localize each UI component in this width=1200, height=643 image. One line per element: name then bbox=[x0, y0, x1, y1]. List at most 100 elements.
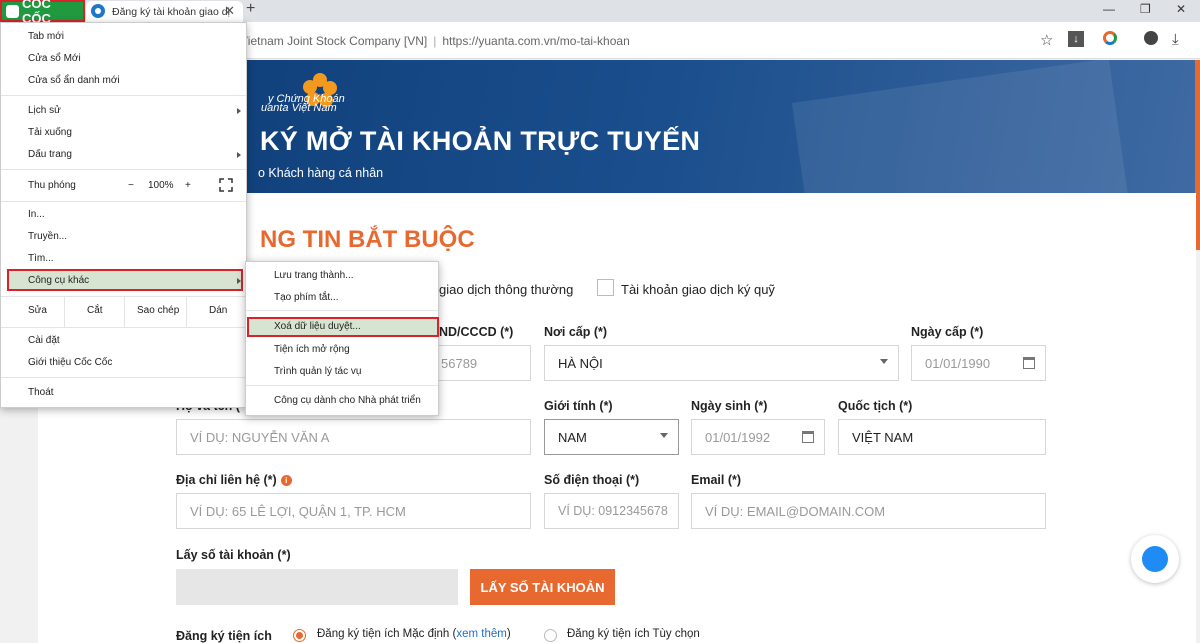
menu-paste[interactable]: Dán bbox=[209, 305, 227, 316]
address-placeholder: VÍ DỤ: 65 LÊ LỢI, QUẬN 1, TP. HCM bbox=[190, 503, 406, 519]
new-tab-button[interactable]: + bbox=[246, 0, 255, 18]
messenger-chat-icon[interactable] bbox=[1131, 535, 1179, 583]
address-bar[interactable]: Vietnam Joint Stock Company [VN] | https… bbox=[240, 28, 1030, 54]
menu-copy[interactable]: Sao chép bbox=[137, 305, 179, 316]
submenu-create-shortcut[interactable]: Tạo phím tắt... bbox=[274, 292, 338, 303]
nationality-input[interactable]: VIỆT NAM bbox=[838, 419, 1046, 455]
chevron-down-icon bbox=[660, 433, 668, 438]
fullname-input[interactable]: VÍ DỤ: NGUYỄN VĂN A bbox=[176, 419, 531, 455]
email-label: Email (*) bbox=[691, 473, 742, 487]
menu-find[interactable]: Tìm... bbox=[28, 253, 54, 264]
close-tab-icon[interactable]: ✕ bbox=[224, 3, 235, 19]
email-input[interactable]: VÍ DỤ: EMAIL@DOMAIN.COM bbox=[691, 493, 1046, 529]
zoom-in-button[interactable]: + bbox=[185, 180, 191, 191]
address-label-text: Địa chỉ liên hệ (*) bbox=[176, 473, 277, 487]
get-account-number-button[interactable]: LẤY SỐ TÀI KHOẢN bbox=[470, 569, 615, 605]
id-number-input[interactable]: 56789 bbox=[426, 345, 531, 381]
utility-custom-label: Đăng ký tiện ích Tùy chọn bbox=[567, 628, 700, 640]
restore-icon[interactable]: ❐ bbox=[1140, 2, 1151, 16]
dob-input[interactable]: 01/01/1992 bbox=[691, 419, 825, 455]
issue-date-input[interactable]: 01/01/1990 bbox=[911, 345, 1046, 381]
banner-paper-decoration bbox=[791, 60, 1129, 193]
gender-value: NAM bbox=[558, 429, 587, 445]
nationality-label: Quốc tịch (*) bbox=[838, 399, 913, 413]
issue-place-value: HÀ NỘI bbox=[558, 355, 603, 371]
address-separator: | bbox=[433, 34, 437, 48]
issue-date-label: Ngày cấp (*) bbox=[911, 325, 984, 339]
zoom-out-button[interactable]: − bbox=[128, 180, 134, 191]
submenu-save-page[interactable]: Lưu trang thành... bbox=[274, 270, 354, 281]
info-icon[interactable]: i bbox=[280, 475, 292, 487]
menu-history[interactable]: Lịch sử bbox=[28, 105, 61, 116]
address-label: Địa chỉ liên hệ (*) i bbox=[176, 473, 292, 487]
coccoc-logo-icon bbox=[6, 5, 19, 18]
menu-edit-label: Sửa bbox=[28, 305, 47, 316]
menu-about[interactable]: Giới thiệu Cốc Cốc bbox=[28, 357, 112, 368]
account-type-normal-label: giao dịch thông thường bbox=[439, 282, 574, 297]
download-page-icon[interactable]: ↓ bbox=[1068, 31, 1084, 47]
account-icon[interactable] bbox=[1144, 31, 1158, 45]
menu-new-window[interactable]: Cửa sổ Mới bbox=[28, 53, 81, 64]
menu-exit[interactable]: Thoát bbox=[28, 387, 54, 398]
gender-select[interactable]: NAM bbox=[544, 419, 679, 455]
menu-cast[interactable]: Truyền... bbox=[28, 231, 67, 242]
submenu-dev-tools[interactable]: Công cụ dành cho Nhà phát triển bbox=[274, 395, 421, 406]
menu-incognito[interactable]: Cửa sổ ẩn danh mới bbox=[28, 75, 120, 86]
banner-headline: KÝ MỞ TÀI KHOẢN TRỰC TUYẾN bbox=[260, 126, 701, 156]
menu-print[interactable]: In... bbox=[28, 209, 45, 220]
menu-downloads[interactable]: Tải xuống bbox=[28, 127, 72, 138]
email-placeholder: VÍ DỤ: EMAIL@DOMAIN.COM bbox=[705, 503, 886, 519]
utility-default-close: ) bbox=[506, 628, 511, 640]
id-number-label: ND/CCCD (*) bbox=[439, 325, 514, 339]
close-window-icon[interactable]: ✕ bbox=[1176, 2, 1186, 16]
utility-custom-radio[interactable] bbox=[544, 629, 557, 642]
tab-title: Đăng ký tài khoản giao dị bbox=[112, 5, 230, 18]
star-icon[interactable]: ☆ bbox=[1040, 31, 1053, 49]
account-number-label: Lấy số tài khoản (*) bbox=[176, 548, 291, 562]
submenu-separator bbox=[246, 385, 438, 386]
section-title: NG TIN BẮT BUỘC bbox=[260, 226, 475, 253]
nationality-value: VIỆT NAM bbox=[852, 429, 914, 445]
browser-main-menu: Tab mới Cửa sổ Mới Cửa sổ ẩn danh mới Lị… bbox=[0, 22, 247, 408]
url-text: https://yuanta.com.vn/mo-tai-khoan bbox=[442, 34, 630, 48]
download-icon[interactable]: ⤓ bbox=[1172, 31, 1179, 48]
more-tools-submenu: Lưu trang thành... Tạo phím tắt... Xoá d… bbox=[245, 261, 439, 416]
minimize-icon[interactable]: — bbox=[1103, 2, 1115, 16]
zoom-level: 100% bbox=[148, 180, 174, 191]
edit-divider bbox=[124, 297, 125, 327]
menu-separator bbox=[1, 377, 246, 378]
menu-settings[interactable]: Cài đặt bbox=[28, 335, 60, 346]
menu-separator bbox=[1, 95, 246, 96]
submenu-clear-browsing-data[interactable]: Xoá dữ liệu duyệt... bbox=[274, 321, 361, 332]
chevron-down-icon bbox=[880, 359, 888, 364]
submenu-separator bbox=[246, 310, 438, 311]
address-input[interactable]: VÍ DỤ: 65 LÊ LỢI, QUẬN 1, TP. HCM bbox=[176, 493, 531, 529]
calendar-icon[interactable] bbox=[802, 431, 814, 443]
coccoc-menu-button[interactable]: CỐC CỐC bbox=[0, 0, 85, 26]
calendar-icon[interactable] bbox=[1023, 357, 1035, 369]
issue-place-select[interactable]: HÀ NỘI bbox=[544, 345, 899, 381]
margin-account-checkbox[interactable] bbox=[597, 279, 614, 296]
menu-more-tools[interactable]: Công cụ khác bbox=[28, 275, 89, 286]
utility-default-radio[interactable] bbox=[293, 629, 306, 642]
dob-placeholder: 01/01/1992 bbox=[705, 429, 771, 445]
menu-new-tab[interactable]: Tab mới bbox=[28, 31, 64, 42]
see-more-link[interactable]: xem thêm bbox=[456, 628, 507, 640]
submenu-extensions[interactable]: Tiện ích mở rộng bbox=[274, 344, 350, 355]
menu-bookmarks[interactable]: Dấu trang bbox=[28, 149, 72, 160]
tab-active[interactable]: Đăng ký tài khoản giao dị ✕ bbox=[86, 1, 243, 22]
coccoc-icon[interactable] bbox=[1103, 31, 1117, 45]
phone-input[interactable]: VÍ DỤ: 0912345678 bbox=[544, 493, 679, 529]
fullscreen-icon[interactable] bbox=[219, 178, 233, 192]
menu-cut[interactable]: Cắt bbox=[87, 305, 103, 316]
utility-default-label: Đăng ký tiện ích Mặc định (xem thêm) bbox=[317, 628, 511, 640]
id-number-placeholder: 56789 bbox=[441, 355, 478, 371]
certificate-name: Vietnam Joint Stock Company [VN] bbox=[240, 34, 428, 48]
tagline-line-2: uanta Việt Nam bbox=[261, 102, 337, 114]
gender-label: Giới tính (*) bbox=[544, 399, 613, 413]
utility-label: Đăng ký tiện ích bbox=[176, 629, 272, 643]
banner-subtitle: o Khách hàng cá nhân bbox=[258, 166, 384, 180]
edit-divider bbox=[186, 297, 187, 327]
yuanta-favicon-icon bbox=[91, 4, 105, 18]
submenu-task-manager[interactable]: Trình quản lý tác vụ bbox=[274, 366, 361, 377]
